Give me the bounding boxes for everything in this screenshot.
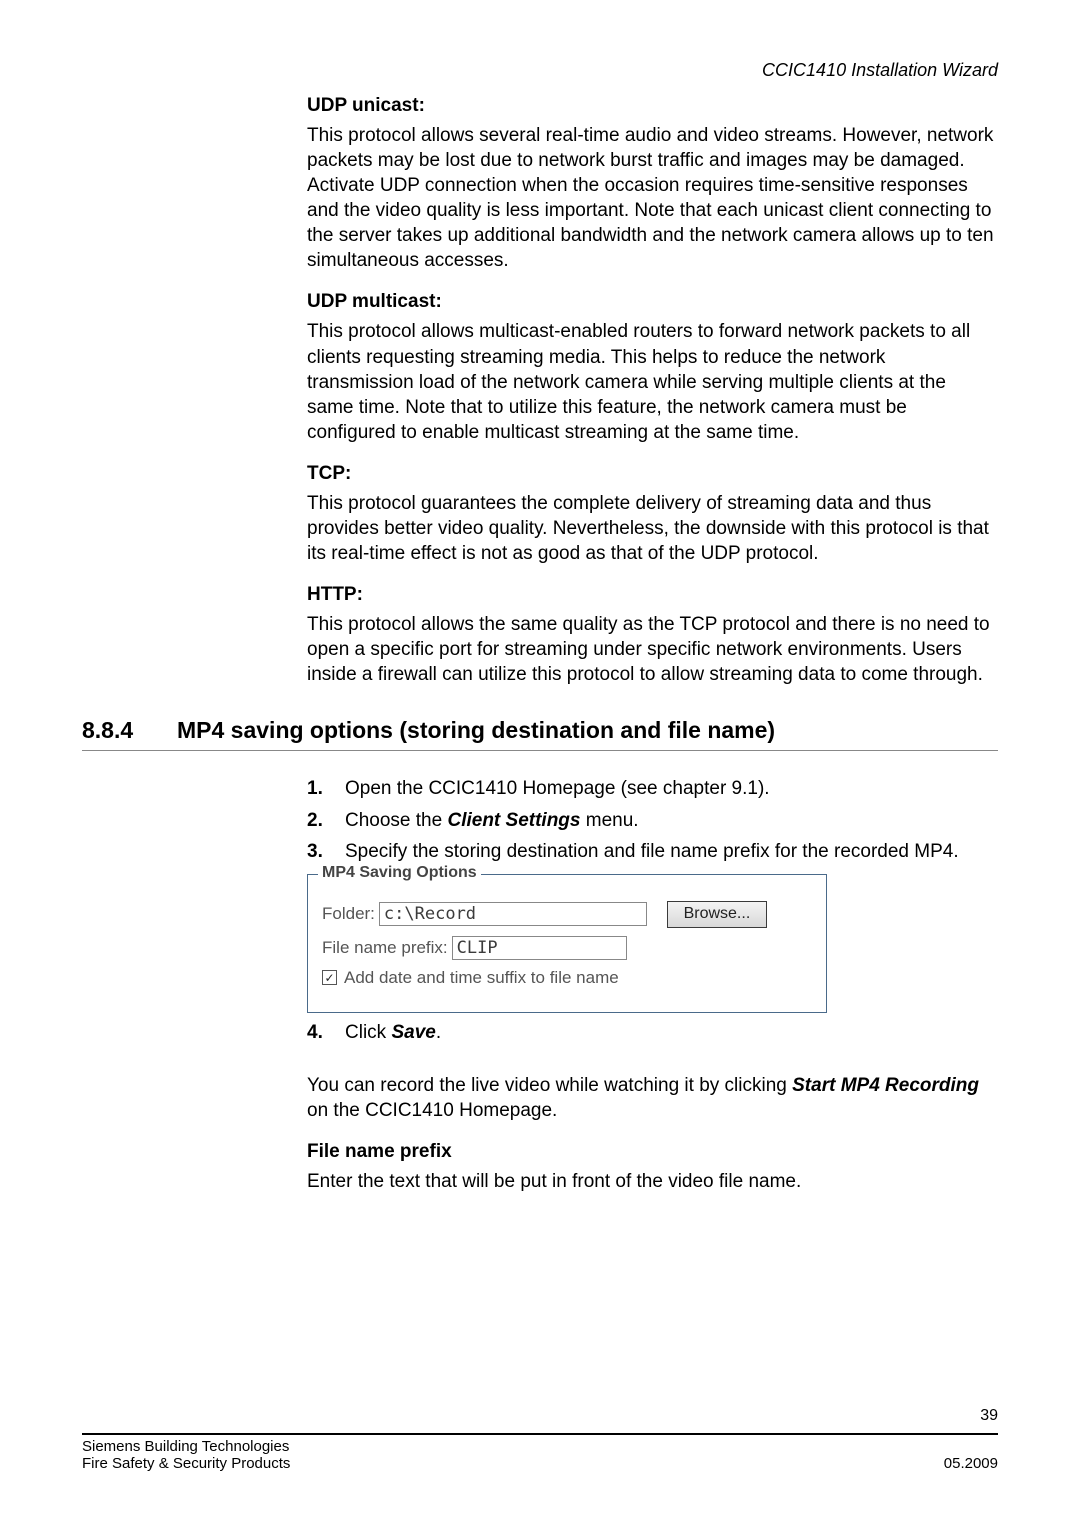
step-text-emph: Save xyxy=(391,1022,435,1043)
mp4-options-box: MP4 Saving Options Folder: c:\Record Bro… xyxy=(307,874,827,1013)
udp-unicast-body: This protocol allows several real-time a… xyxy=(307,123,994,273)
page-number: 39 xyxy=(82,1407,998,1425)
footer-left-2: Fire Safety & Security Products xyxy=(82,1455,290,1472)
step-4: 4. Click Save. xyxy=(307,1019,994,1047)
step-text-c: menu. xyxy=(580,810,638,831)
udp-multicast-heading: UDP multicast: xyxy=(307,291,994,313)
record-hint-a: You can record the live video while watc… xyxy=(307,1075,792,1096)
steps-list: 1. Open the CCIC1410 Homepage (see chapt… xyxy=(307,775,994,866)
record-hint: You can record the live video while watc… xyxy=(307,1073,994,1123)
mp4-folder-row: Folder: c:\Record Browse... xyxy=(322,901,812,928)
page-footer: 39 Siemens Building Technologies Fire Sa… xyxy=(82,1407,998,1472)
footer-left-1: Siemens Building Technologies xyxy=(82,1438,289,1455)
step-2: 2. Choose the Client Settings menu. xyxy=(307,807,994,835)
step-text: Open the CCIC1410 Homepage (see chapter … xyxy=(345,775,994,803)
tcp-heading: TCP: xyxy=(307,463,994,485)
prefix-label: File name prefix: xyxy=(322,938,448,958)
section-content: 1. Open the CCIC1410 Homepage (see chapt… xyxy=(307,775,998,1193)
steps-list-continued: 4. Click Save. xyxy=(307,1019,994,1047)
step-number: 3. xyxy=(307,838,345,866)
footer-right-2: 05.2009 xyxy=(944,1455,998,1472)
prefix-input[interactable]: CLIP xyxy=(452,936,627,960)
tcp-body: This protocol guarantees the complete de… xyxy=(307,491,994,566)
step-number: 4. xyxy=(307,1019,345,1047)
main-content: UDP unicast: This protocol allows severa… xyxy=(307,95,998,687)
folder-label: Folder: xyxy=(322,904,375,924)
section-rule xyxy=(82,750,998,751)
step-number: 1. xyxy=(307,775,345,803)
section-number: 8.8.4 xyxy=(82,717,177,744)
step-1: 1. Open the CCIC1410 Homepage (see chapt… xyxy=(307,775,994,803)
browse-button[interactable]: Browse... xyxy=(667,901,767,928)
step-text: Choose the Client Settings menu. xyxy=(345,807,994,835)
record-hint-emph: Start MP4 Recording xyxy=(792,1075,979,1096)
footer-rule-thick xyxy=(82,1433,998,1435)
step-text-a: Choose the xyxy=(345,810,447,831)
suffix-checkbox-label: Add date and time suffix to file name xyxy=(344,968,619,988)
step-text-emph: Client Settings xyxy=(447,810,580,831)
folder-input[interactable]: c:\Record xyxy=(379,902,647,926)
mp4-options-figure: MP4 Saving Options Folder: c:\Record Bro… xyxy=(307,874,827,1013)
step-text-c: . xyxy=(436,1022,441,1043)
step-number: 2. xyxy=(307,807,345,835)
suffix-checkbox[interactable]: ✓ xyxy=(322,970,337,985)
mp4-prefix-row: File name prefix: CLIP xyxy=(322,936,812,960)
step-3: 3. Specify the storing destination and f… xyxy=(307,838,994,866)
http-heading: HTTP: xyxy=(307,584,994,606)
step-text: Specify the storing destination and file… xyxy=(345,838,994,866)
fileprefix-heading: File name prefix xyxy=(307,1141,994,1163)
record-hint-c: on the CCIC1410 Homepage. xyxy=(307,1100,557,1121)
http-body: This protocol allows the same quality as… xyxy=(307,612,994,687)
section-header: 8.8.4 MP4 saving options (storing destin… xyxy=(82,717,998,744)
section-title: MP4 saving options (storing destination … xyxy=(177,717,775,744)
mp4-legend: MP4 Saving Options xyxy=(318,864,481,882)
running-title: CCIC1410 Installation Wizard xyxy=(82,60,998,81)
mp4-checkbox-row: ✓ Add date and time suffix to file name xyxy=(322,968,812,988)
step-text-a: Click xyxy=(345,1022,391,1043)
page: CCIC1410 Installation Wizard UDP unicast… xyxy=(0,0,1080,1527)
footer-row-1: Siemens Building Technologies xyxy=(82,1438,998,1455)
footer-row-2: Fire Safety & Security Products 05.2009 xyxy=(82,1455,998,1472)
step-text: Click Save. xyxy=(345,1019,994,1047)
udp-multicast-body: This protocol allows multicast-enabled r… xyxy=(307,319,994,444)
fileprefix-body: Enter the text that will be put in front… xyxy=(307,1169,994,1194)
udp-unicast-heading: UDP unicast: xyxy=(307,95,994,117)
